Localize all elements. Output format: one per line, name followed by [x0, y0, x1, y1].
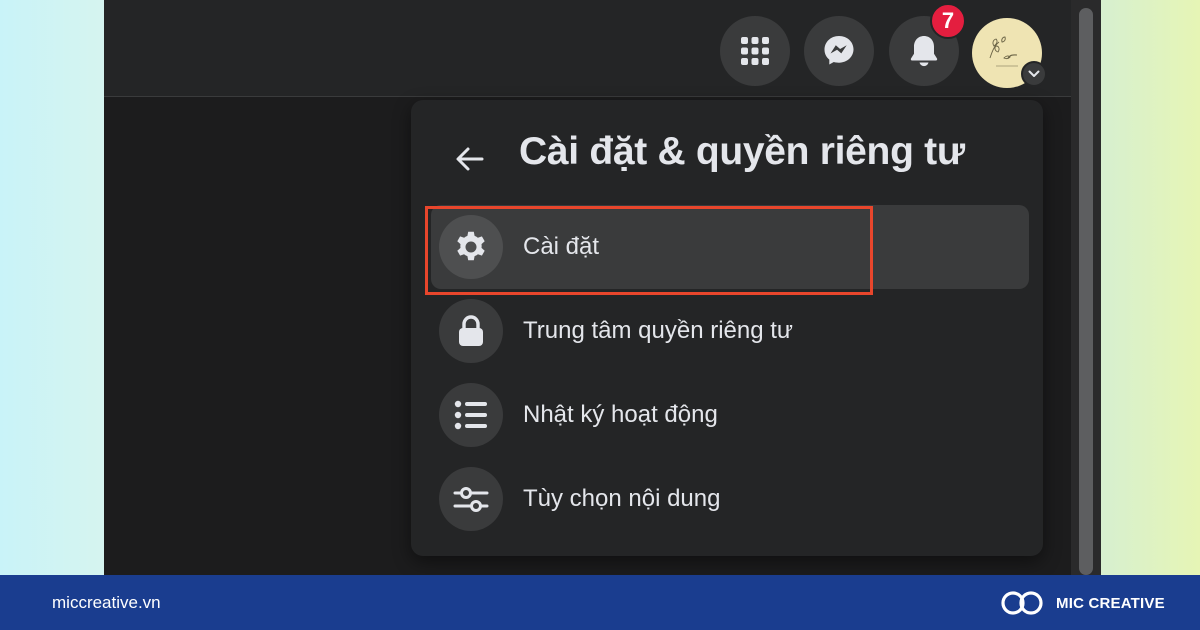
menu-item-activity-log[interactable]: Nhật ký hoạt động [431, 373, 1029, 457]
mic-creative-logo-icon [1001, 591, 1043, 615]
menu-title: Cài đặt & quyền riêng tư [519, 130, 965, 173]
footer-brand-name: MIC CREATIVE [1056, 594, 1165, 612]
menu-item-label: Nhật ký hoạt động [523, 401, 718, 428]
menu-item-icon [439, 299, 503, 363]
menu-item-privacy-center[interactable]: Trung tâm quyền riêng tư [431, 289, 1029, 373]
chevron-down-icon [1028, 70, 1040, 77]
list-icon [454, 400, 487, 430]
menu-item-label: Trung tâm quyền riêng tư [523, 317, 793, 344]
menu-item-content-preferences[interactable]: Tùy chọn nội dung [431, 457, 1029, 541]
menu-item-icon [439, 467, 503, 531]
settings-privacy-menu: Cài đặt & quyền riêng tư Cài đặt Trung t… [411, 100, 1043, 556]
back-button[interactable] [447, 136, 493, 182]
menu-item-icon [439, 383, 503, 447]
top-navigation-bar: 7 [104, 0, 1071, 97]
menu-grid-icon [741, 37, 769, 65]
scrollbar-thumb[interactable] [1079, 8, 1093, 575]
account-menu-button[interactable] [1021, 61, 1047, 87]
lock-icon [459, 315, 483, 346]
messenger-icon [824, 36, 854, 65]
footer-url[interactable]: miccreative.vn [52, 575, 161, 630]
footer-brand: MIC CREATIVE [998, 587, 1165, 619]
messenger-button[interactable] [804, 16, 874, 86]
arrow-left-icon [456, 147, 484, 171]
menu-grid-button[interactable] [720, 16, 790, 86]
sliders-icon [453, 487, 489, 512]
menu-item-label: Tùy chọn nội dung [523, 485, 721, 512]
footer-bar: miccreative.vn MIC CREATIVE [0, 575, 1200, 630]
highlight-box [425, 206, 873, 295]
notification-badge: 7 [930, 3, 966, 39]
bell-icon [910, 36, 938, 67]
